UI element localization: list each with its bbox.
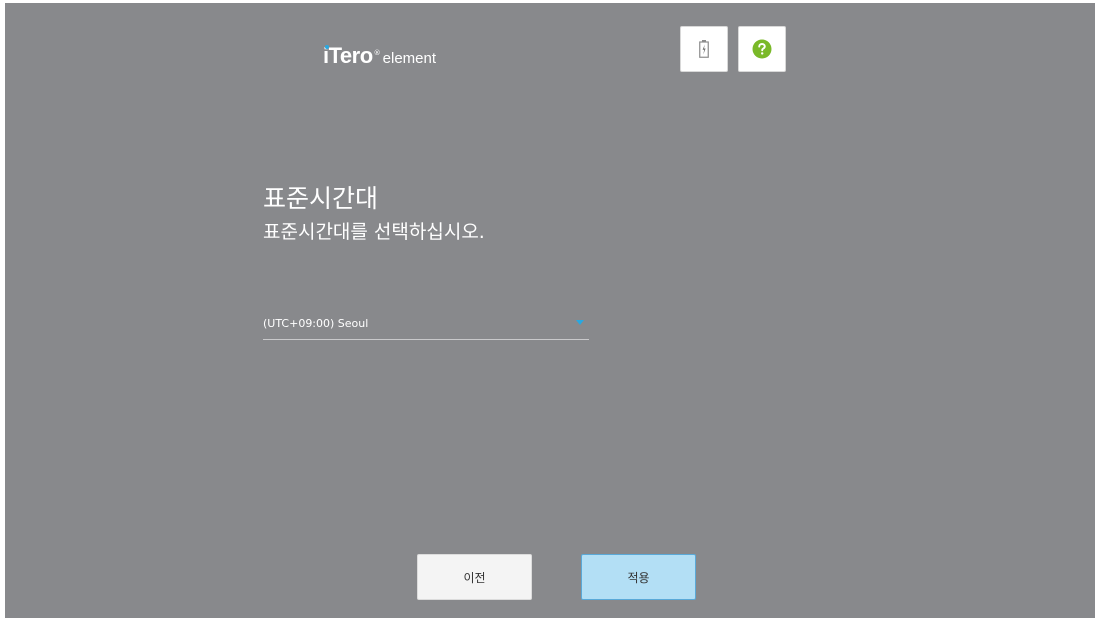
page-subtitle: 표준시간대를 선택하십시오. xyxy=(263,221,485,243)
page-title: 표준시간대 xyxy=(263,184,379,213)
logo-brand-text: iTero xyxy=(323,43,373,68)
logo-dot xyxy=(325,45,329,49)
previous-button-label: 이전 xyxy=(463,570,486,585)
logo-registered-mark: ® xyxy=(373,49,381,57)
battery-charging-icon xyxy=(699,40,709,58)
logo-product-name: element xyxy=(382,50,437,67)
logo-brand: iTero xyxy=(323,43,373,69)
help-icon xyxy=(752,39,772,59)
help-button[interactable] xyxy=(738,26,786,72)
apply-button[interactable]: 적용 xyxy=(581,554,696,600)
timezone-selected-value: (UTC+09:00) Seoul xyxy=(263,317,369,330)
timezone-dropdown[interactable]: (UTC+09:00) Seoul xyxy=(263,308,589,340)
itero-logo: iTero ® element xyxy=(323,43,436,69)
dropdown-caret-icon xyxy=(576,320,584,325)
screen: iTero ® element 표준시간대 표준시간대를 선택하십시오. (UT… xyxy=(5,3,1095,618)
battery-button[interactable] xyxy=(680,26,728,72)
previous-button[interactable]: 이전 xyxy=(417,554,532,600)
apply-button-label: 적용 xyxy=(627,570,650,585)
